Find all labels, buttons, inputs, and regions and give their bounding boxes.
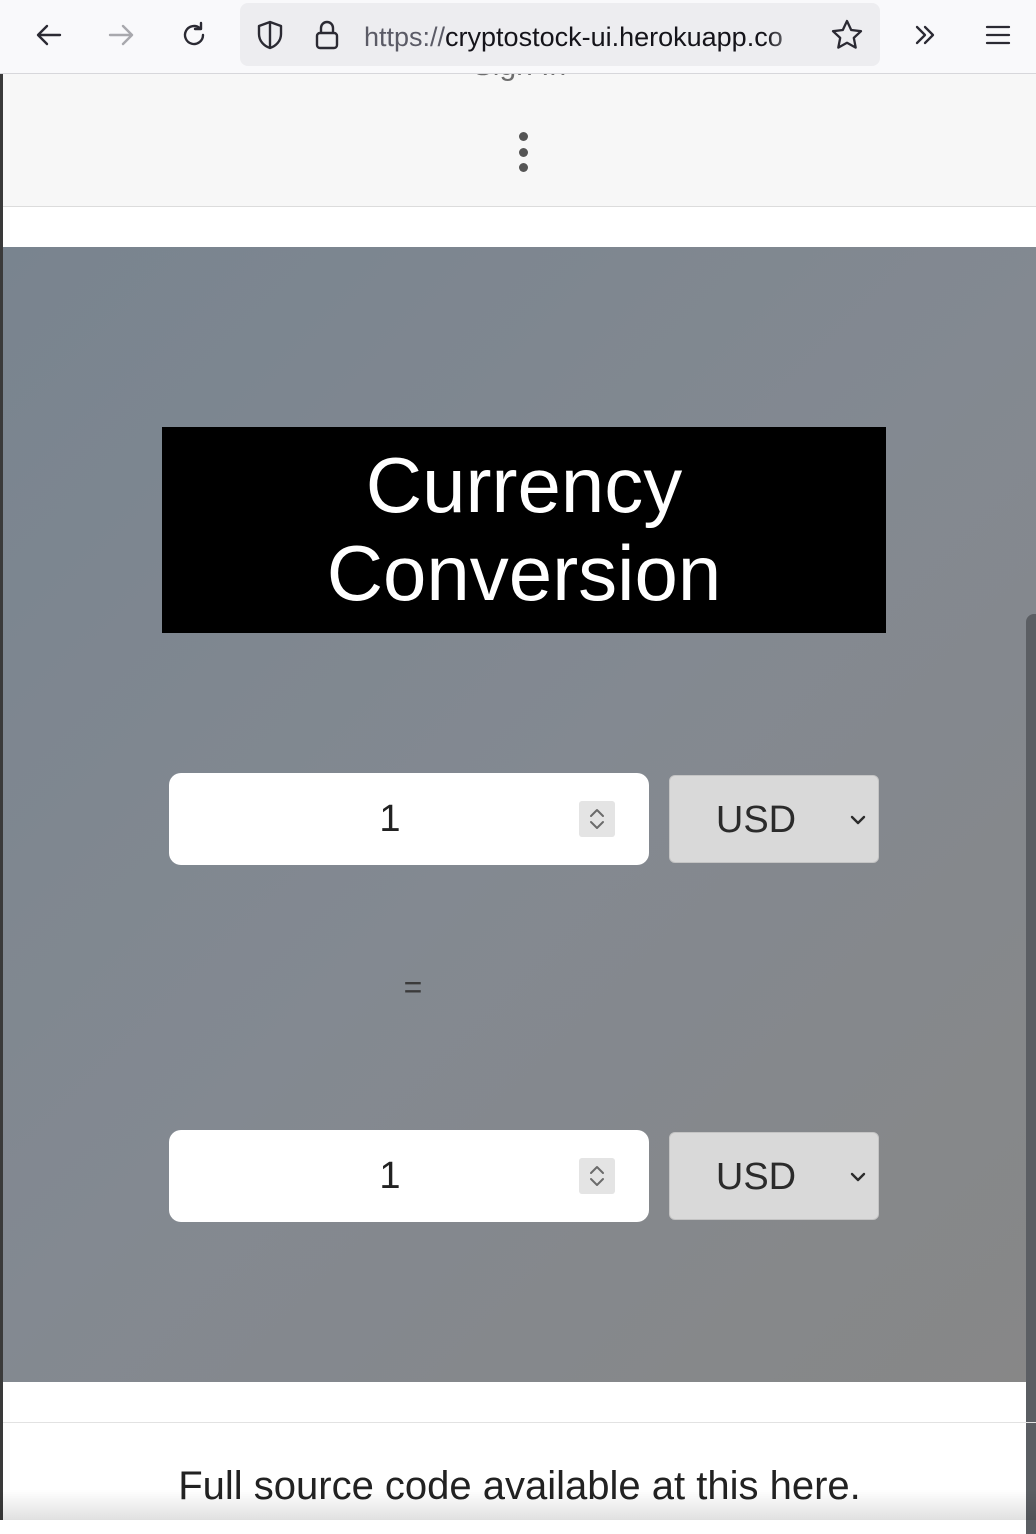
kebab-menu-icon[interactable] bbox=[511, 132, 535, 172]
scrollbar[interactable] bbox=[1026, 614, 1036, 1534]
url-scheme: https:// bbox=[364, 22, 446, 52]
reload-icon bbox=[183, 21, 205, 46]
to-currency-value: USD bbox=[715, 1156, 797, 1198]
chevron-down-icon bbox=[850, 1172, 866, 1182]
from-currency-select[interactable]: USD bbox=[669, 775, 879, 863]
bottom-shadow bbox=[0, 1490, 1036, 1520]
arrow-left-icon bbox=[36, 24, 62, 46]
title-line-1: Currency bbox=[365, 441, 683, 529]
arrow-right-icon bbox=[108, 24, 134, 46]
converter-section: Currency Conversion 1 USD = 1 USD bbox=[3, 247, 1036, 1382]
address-bar[interactable]: https://cryptostock-ui.herokuapp.co bbox=[240, 3, 880, 66]
chevron-down-icon bbox=[850, 815, 866, 825]
double-chevron-right-icon bbox=[915, 25, 935, 45]
to-currency-select[interactable]: USD bbox=[669, 1132, 879, 1220]
to-amount-value: 1 bbox=[379, 1155, 401, 1197]
to-amount-stepper[interactable] bbox=[579, 1158, 615, 1194]
stepper-arrows-icon bbox=[590, 809, 604, 829]
browser-toolbar: https://cryptostock-ui.herokuapp.co bbox=[0, 0, 1036, 74]
title-line-2: Conversion bbox=[326, 529, 722, 617]
overflow-chevrons-button[interactable] bbox=[902, 12, 948, 58]
url-text[interactable]: https://cryptostock-ui.herokuapp.co bbox=[364, 20, 820, 54]
reload-button[interactable] bbox=[171, 12, 217, 58]
hamburger-menu-icon bbox=[985, 25, 1011, 45]
stepper-arrows-icon bbox=[590, 1166, 604, 1186]
from-amount-value: 1 bbox=[379, 798, 401, 840]
bookmark-star-icon[interactable] bbox=[830, 18, 864, 52]
site-header: Sign In bbox=[3, 74, 1036, 207]
equals-sign: = bbox=[403, 969, 423, 1005]
url-host: cryptostock-ui.herokuapp.co bbox=[445, 22, 783, 52]
from-currency-value: USD bbox=[715, 799, 797, 841]
footer-divider bbox=[3, 1422, 1036, 1423]
forward-button[interactable] bbox=[98, 12, 144, 58]
lock-icon[interactable] bbox=[312, 19, 342, 51]
page-title: Currency Conversion bbox=[162, 427, 886, 633]
to-amount-input[interactable]: 1 bbox=[169, 1130, 649, 1222]
from-amount-input[interactable]: 1 bbox=[169, 773, 649, 865]
sign-in-link[interactable]: Sign In bbox=[3, 74, 1036, 84]
shield-icon[interactable] bbox=[254, 19, 286, 51]
from-amount-stepper[interactable] bbox=[579, 801, 615, 837]
back-button[interactable] bbox=[26, 12, 72, 58]
app-menu-button[interactable] bbox=[975, 12, 1021, 58]
